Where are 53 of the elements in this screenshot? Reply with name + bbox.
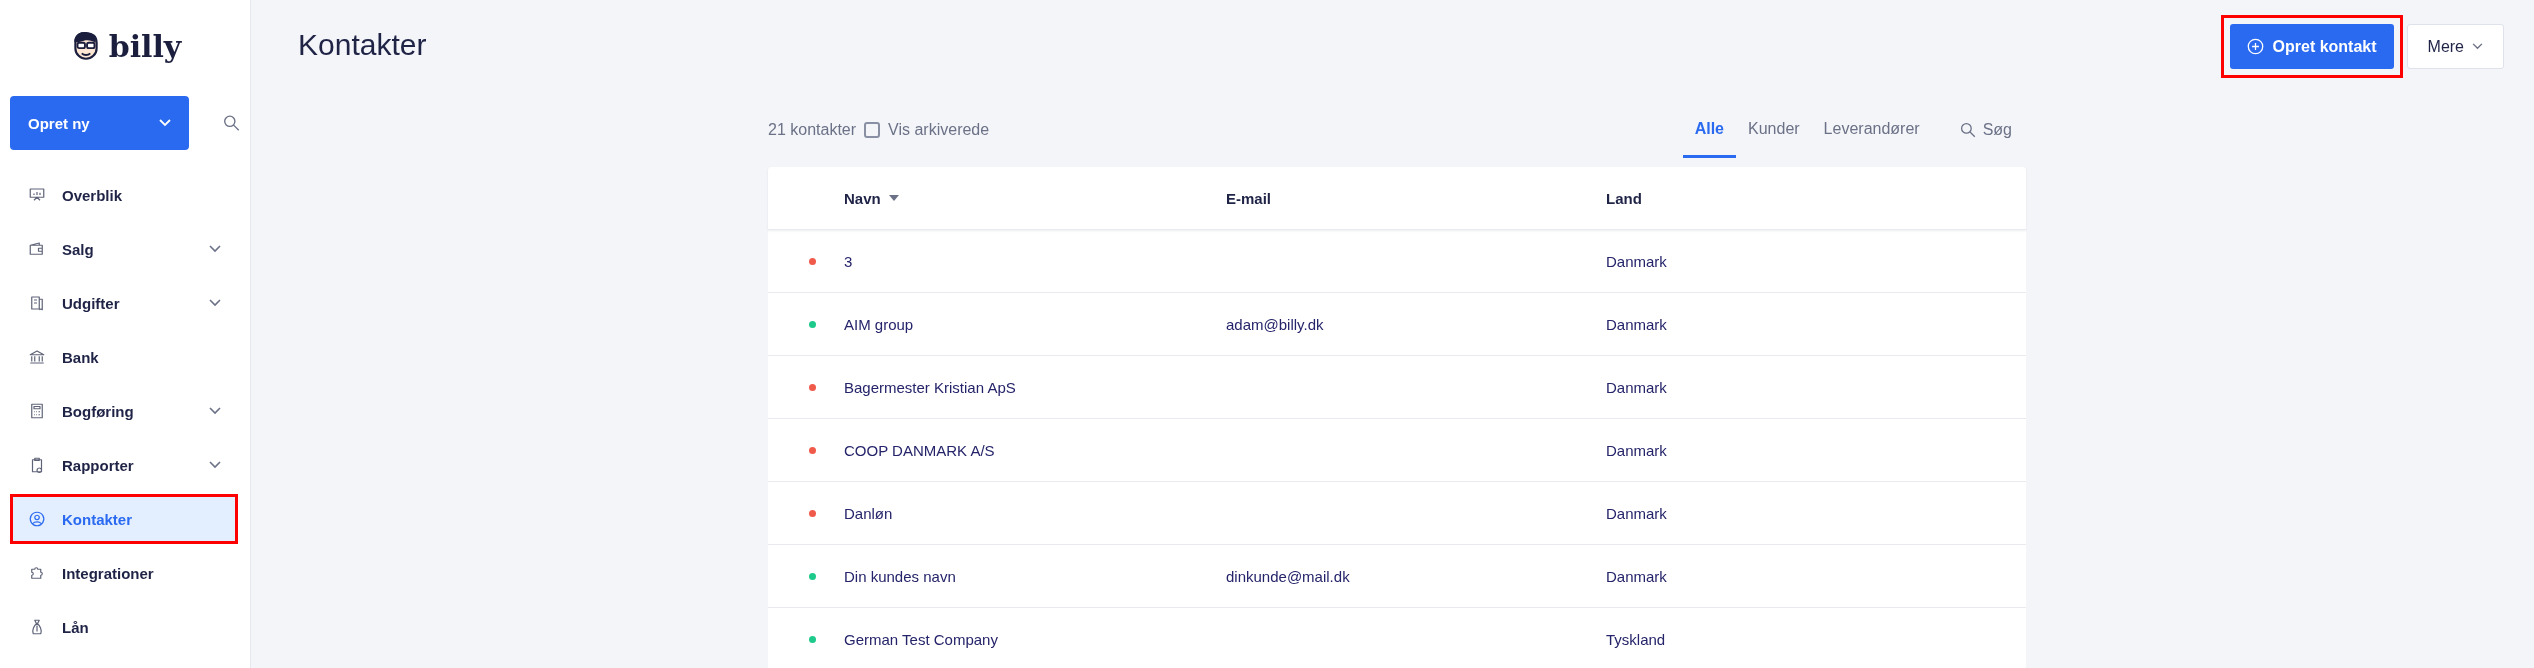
nav-item[interactable]: Bogføring (10, 386, 238, 436)
contact-name[interactable]: Din kundes navn (844, 567, 956, 585)
create-contact-button[interactable]: Opret kontakt (2229, 24, 2394, 69)
filter-tab[interactable]: Alle (1682, 102, 1736, 158)
contact-name[interactable]: Bagermester Kristian ApS (844, 378, 1016, 396)
nav-icon (28, 294, 46, 312)
contact-name[interactable]: German Test Company (844, 630, 998, 648)
nav-item[interactable]: Overblik (10, 170, 238, 220)
contact-name[interactable]: 3 (844, 252, 853, 270)
nav-icon (28, 186, 46, 204)
contact-country: Danmark (1606, 315, 1667, 333)
search-button[interactable]: Søg (1955, 121, 2026, 139)
nav-item[interactable]: Salg (10, 224, 238, 274)
contact-name[interactable]: AIM group (844, 315, 914, 333)
contact-count: 21 kontakter (768, 121, 857, 139)
logo-text: billy (108, 28, 182, 64)
contact-email: adam@billy.dk (1226, 315, 1324, 333)
contact-country: Danmark (1606, 567, 1667, 585)
nav-item[interactable]: Rapporter (10, 440, 238, 490)
contact-country: Danmark (1606, 378, 1667, 396)
nav-item[interactable]: Integrationer (10, 548, 238, 598)
search-icon (1959, 122, 1976, 138)
checkbox-square[interactable] (864, 122, 881, 138)
nav-item[interactable]: Bank (10, 332, 238, 382)
contact-name[interactable]: COOP DANMARK A/S (844, 441, 995, 459)
filter-tab[interactable]: Kunder (1736, 102, 1812, 158)
search-icon[interactable] (223, 113, 240, 133)
sort-down-icon[interactable] (888, 195, 899, 201)
plus-circle-icon (2246, 38, 2264, 55)
nav-item[interactable]: Udgifter (10, 278, 238, 328)
column-header[interactable]: Navn (844, 189, 881, 207)
chevron-down-icon (159, 119, 171, 127)
column-header: Land (1606, 189, 1642, 207)
nav-icon (28, 240, 46, 258)
show-archived-checkbox[interactable]: Vis arkiverede (864, 121, 990, 139)
contact-email: dinkunde@mail.dk (1226, 567, 1350, 585)
nav-icon (28, 564, 46, 582)
column-header: E-mail (1226, 189, 1271, 207)
nav-item[interactable]: Lån (10, 602, 238, 652)
nav-icon (28, 510, 46, 528)
more-button[interactable]: Mere (2406, 24, 2504, 69)
contact-country: Danmark (1606, 252, 1667, 270)
filter-tab[interactable]: Leverandører (1811, 102, 1932, 158)
create-new-button[interactable]: Opret ny (10, 96, 189, 150)
contact-country: Danmark (1606, 504, 1667, 522)
contact-country: Danmark (1606, 441, 1667, 459)
page-title: Kontakter (298, 27, 427, 63)
contact-name[interactable]: Danløn (844, 504, 893, 522)
nav-item[interactable]: Kontakter (10, 494, 238, 544)
nav-icon (28, 348, 46, 366)
contact-country: Tyskland (1606, 630, 1666, 648)
nav-icon (28, 402, 46, 420)
chevron-down-icon (2472, 43, 2483, 50)
